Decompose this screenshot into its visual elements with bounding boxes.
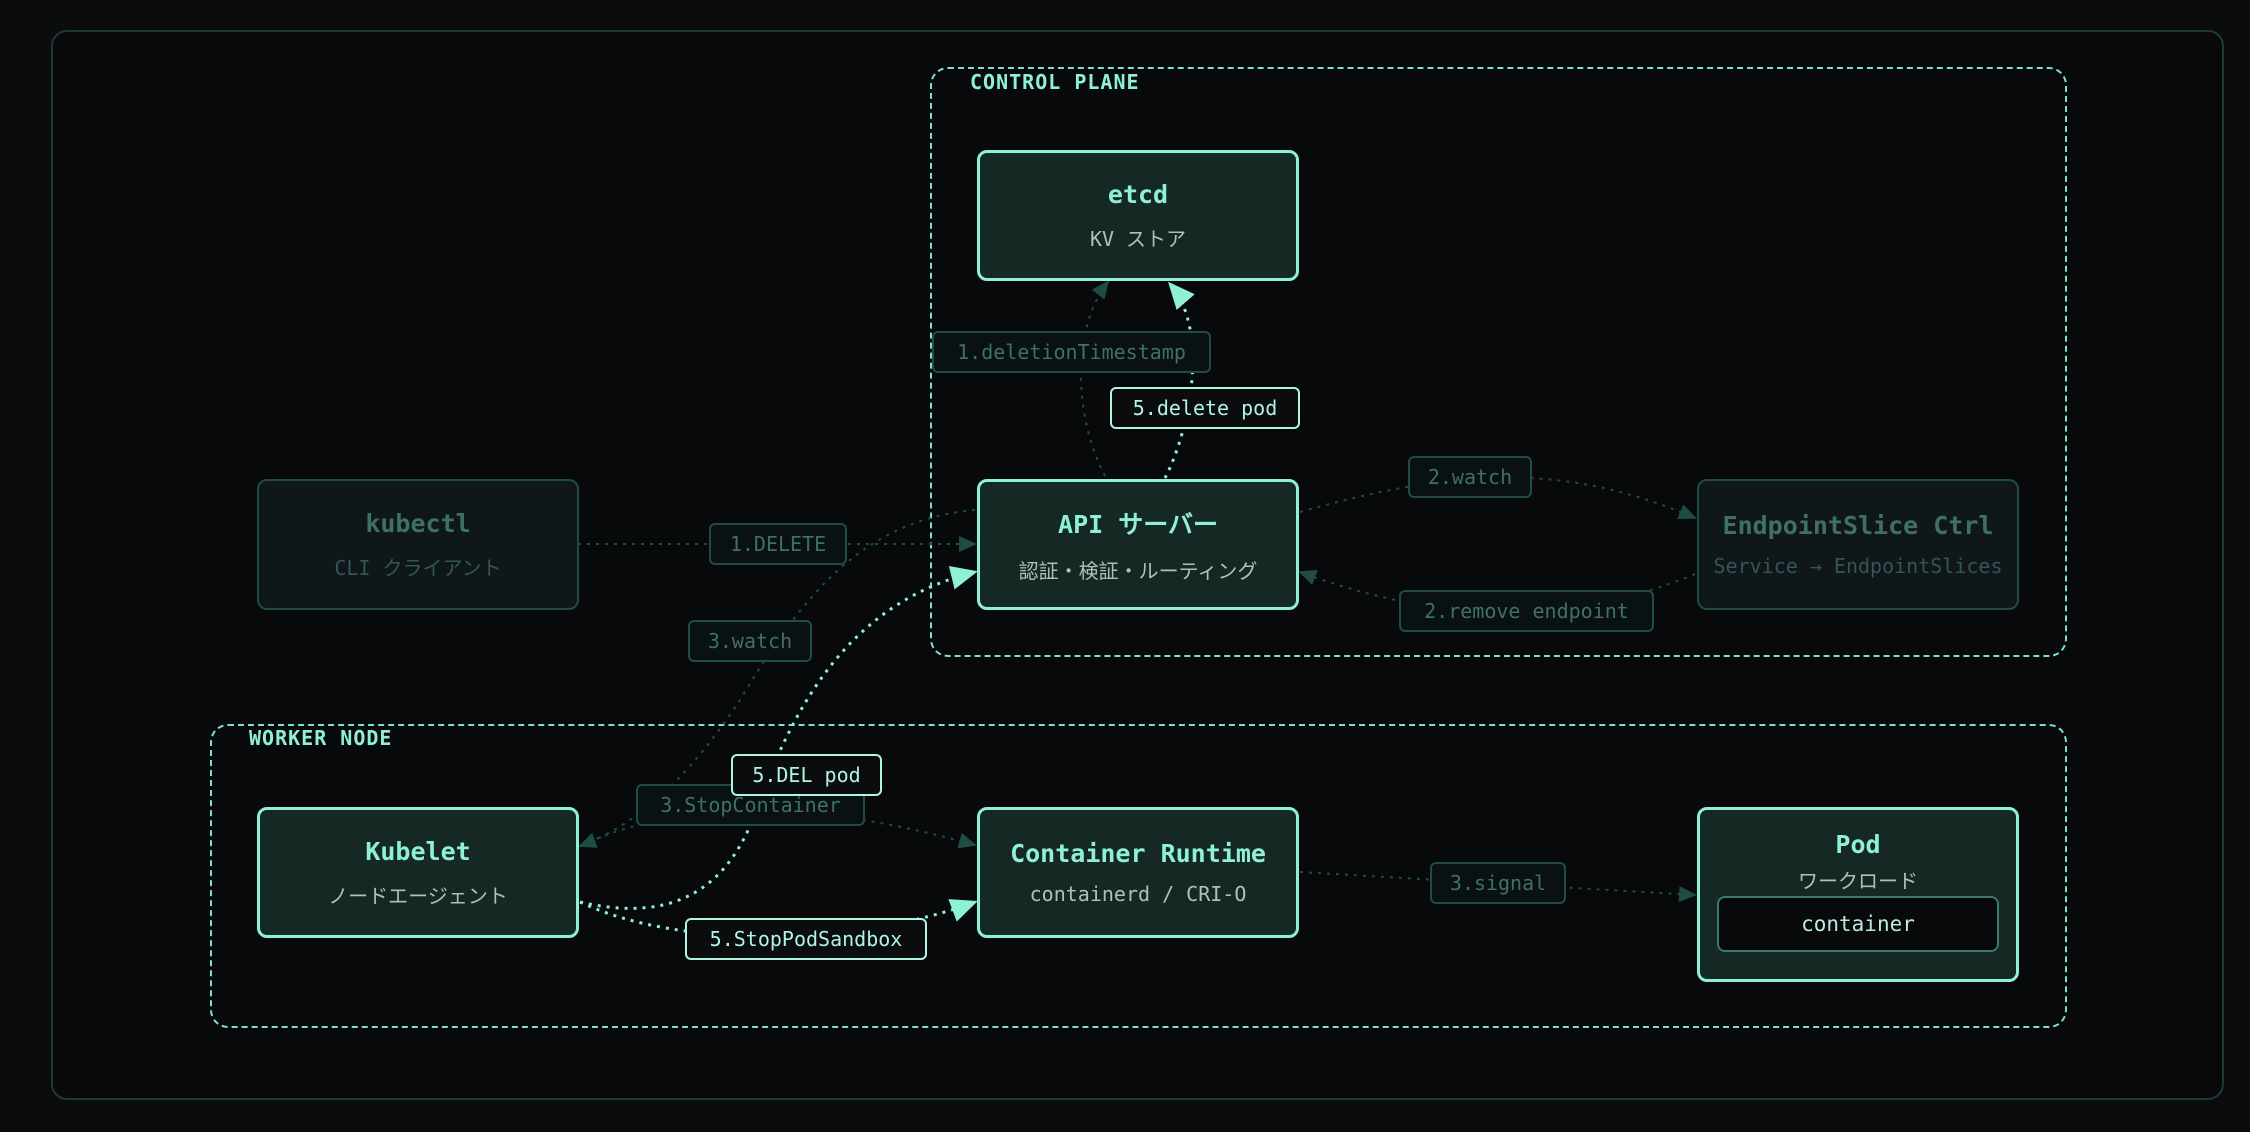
kubelet-node: Kubelet ノードエージェント <box>257 807 579 938</box>
etcd-subtitle: KV ストア <box>1089 226 1187 251</box>
pod-node: Pod ワークロード <box>1697 807 2019 982</box>
runtime-subtitle: containerd / CRI-O <box>1029 882 1247 906</box>
label-del-pod: 5.DEL pod <box>731 754 882 796</box>
label-watch-2: 2.watch <box>1408 456 1532 498</box>
label-signal: 3.signal <box>1430 862 1566 904</box>
label-watch-3: 3.watch <box>688 620 812 662</box>
edge-api-etcd-delete <box>1163 281 1195 479</box>
edge-api-etcd-timestamp <box>1080 280 1110 477</box>
etcd-title: etcd <box>1107 179 1169 209</box>
etcd-node: etcd KV ストア <box>977 150 1299 281</box>
container-runtime-node: Container Runtime containerd / CRI-O <box>977 807 1299 938</box>
endpointslice-title: EndpointSlice Ctrl <box>1722 511 1994 540</box>
pod-subtitle: ワークロード <box>1798 869 1918 893</box>
api-server-subtitle: 認証・検証・ルーティング <box>1018 559 1258 583</box>
kubelet-subtitle: ノードエージェント <box>328 883 508 908</box>
kubectl-node: kubectl CLI クライアント <box>257 479 579 610</box>
kubelet-title: Kubelet <box>365 836 471 866</box>
pod-title: Pod <box>1835 830 1881 859</box>
label-deletion-timestamp: 1.deletionTimestamp <box>932 331 1211 373</box>
label-remove-endpoint: 2.remove endpoint <box>1399 590 1654 632</box>
endpointslice-subtitle: Service → EndpointSlices <box>1713 554 2003 578</box>
container-box: container <box>1717 896 1999 952</box>
endpointslice-ctrl-node: EndpointSlice Ctrl Service → EndpointSli… <box>1697 479 2019 610</box>
api-server-node: API サーバー 認証・検証・ルーティング <box>977 479 1299 610</box>
kubectl-title: kubectl <box>365 508 471 538</box>
runtime-title: Container Runtime <box>1010 839 1266 868</box>
label-delete-pod: 5.delete pod <box>1110 387 1300 429</box>
label-delete: 1.DELETE <box>709 523 847 565</box>
label-stop-pod-sandbox: 5.StopPodSandbox <box>685 918 927 960</box>
api-server-title: API サーバー <box>1058 510 1218 539</box>
kubectl-subtitle: CLI クライアント <box>334 555 502 580</box>
